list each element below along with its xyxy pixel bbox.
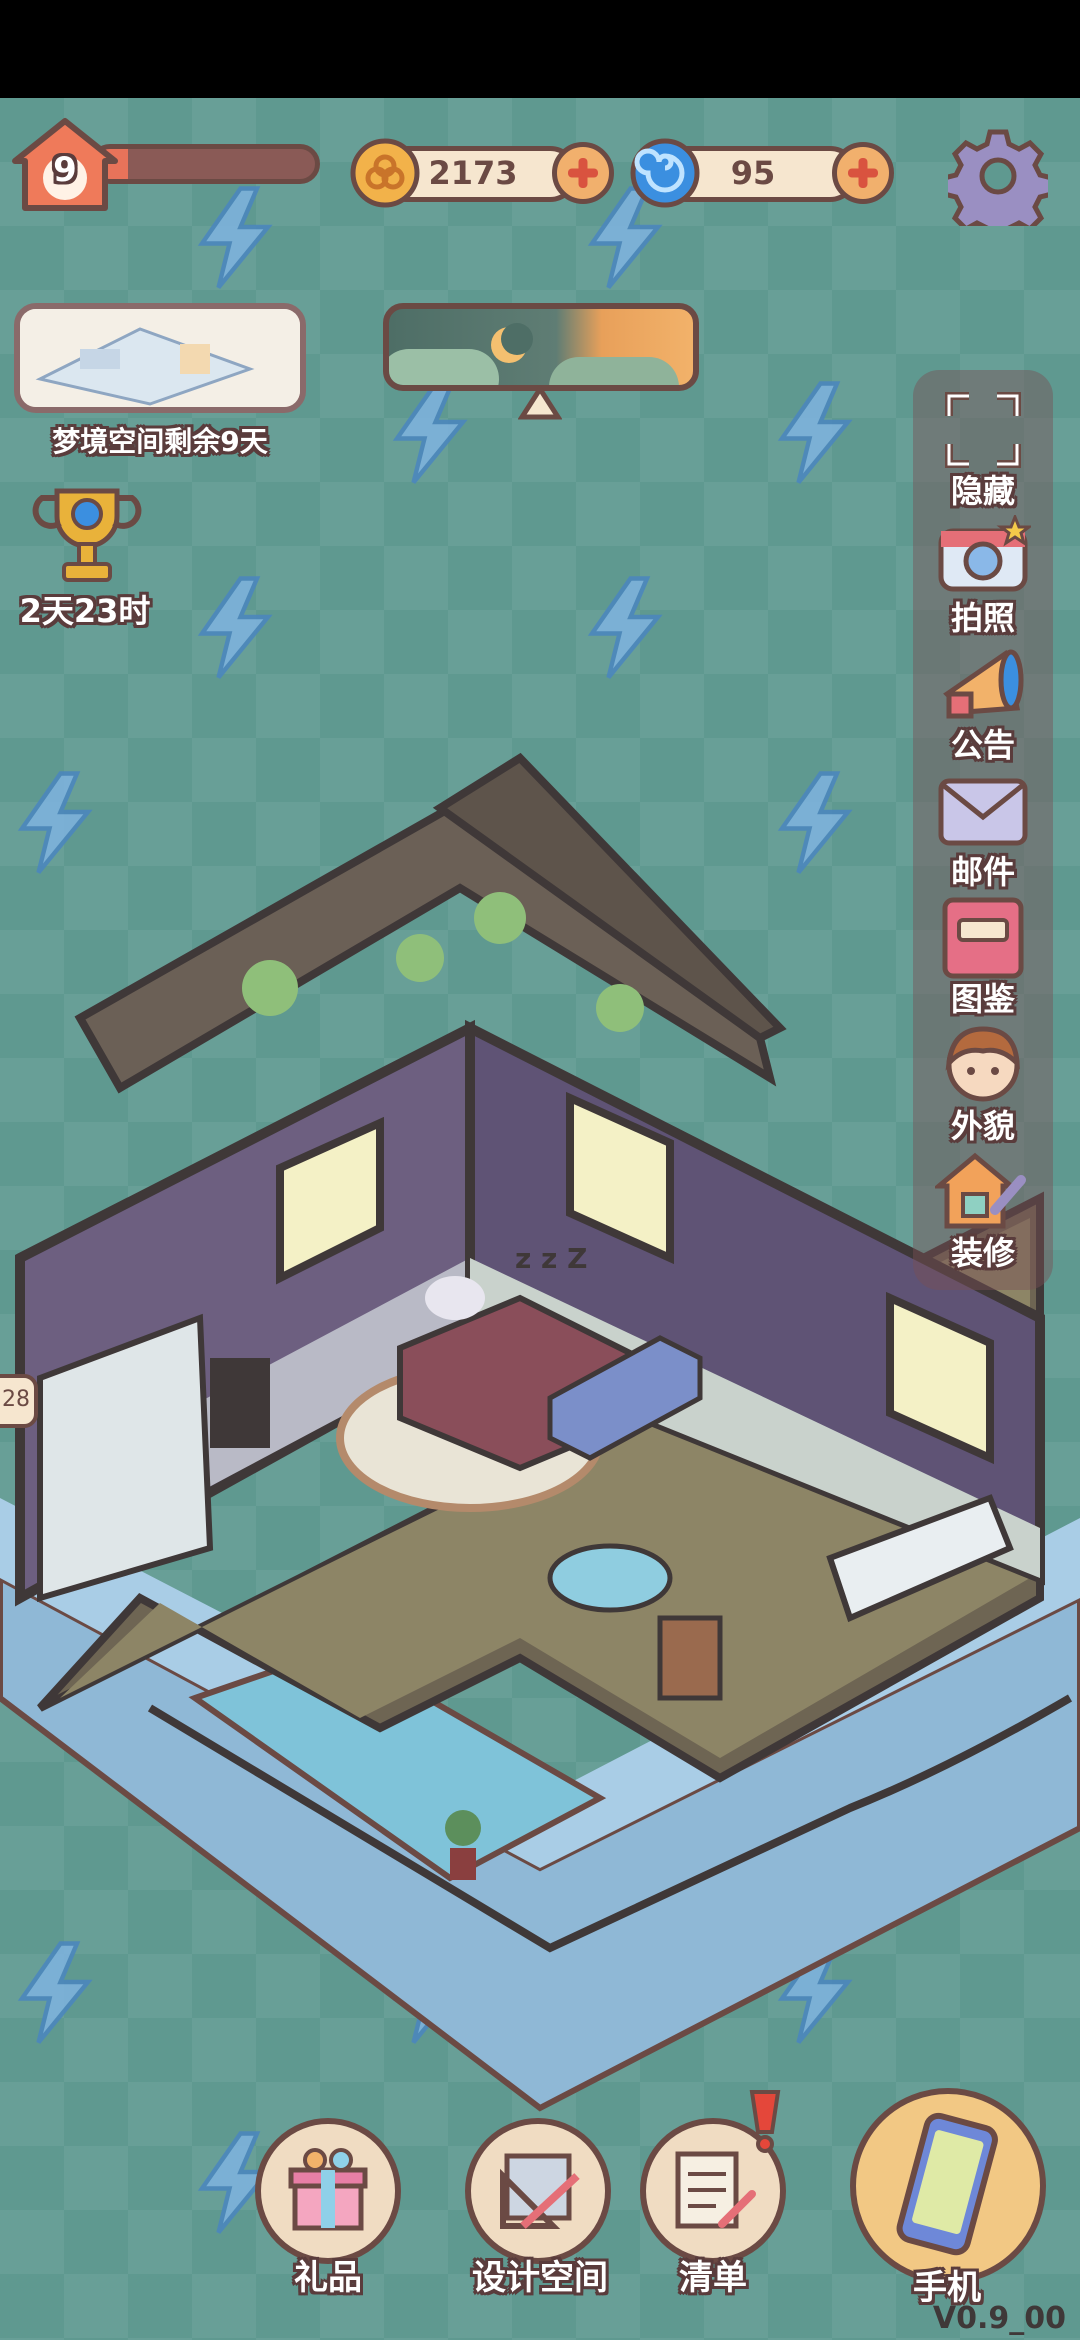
side-item-photo[interactable]: 拍照 (913, 515, 1053, 637)
ruler-triangle-icon (500, 2153, 580, 2229)
renovate-icon (935, 1152, 1026, 1229)
side-menu: 隐藏 拍照 公告 邮件 图鉴 外貌 装修 (913, 370, 1053, 1290)
level-progress-bar (90, 144, 320, 184)
left-edge-badge[interactable]: 28 (0, 1374, 38, 1428)
side-item-collection[interactable]: 图鉴 (913, 896, 1053, 1018)
version-text: V0.9_00 (932, 2301, 1066, 2336)
hide-frame-icon (945, 392, 1021, 468)
nightstand (210, 1358, 270, 1448)
trophy-timer: 2天23时 (19, 592, 151, 630)
gift-icon (288, 2148, 368, 2231)
plant-leaves (445, 1810, 481, 1846)
blue-swirl-icon (630, 138, 700, 208)
dream-space-card[interactable] (14, 303, 306, 413)
design-space-button[interactable]: 设计空间 (445, 2118, 635, 2298)
sleeping-character (425, 1276, 485, 1320)
camera-icon (938, 515, 1031, 592)
vine-leaf (396, 934, 444, 982)
gift-button[interactable]: 礼品 (255, 2118, 405, 2298)
side-item-label: 外貌 (950, 1107, 1015, 1145)
sleep-zzz: z z Z (515, 1242, 587, 1275)
day-night-bar (383, 303, 699, 391)
side-item-appearance[interactable]: 外貌 (913, 1023, 1053, 1145)
gear-icon[interactable] (948, 126, 1048, 226)
trophy-icon[interactable] (32, 476, 142, 596)
bolt-icon (392, 381, 468, 484)
mail-icon (938, 778, 1028, 846)
dream-space-thumbnail (20, 309, 300, 407)
gift-label: 礼品 (294, 2258, 362, 2298)
game-canvas[interactable]: z z Z 9 2173 95 梦境空间剩余9天 2天23时 28 隐藏 拍照 … (0, 98, 1080, 2340)
gem-currency[interactable]: 95 (628, 136, 908, 216)
coffee-table (547, 1543, 673, 1613)
side-item-mail[interactable]: 邮件 (913, 769, 1053, 891)
time-marker-icon (518, 385, 562, 420)
phone-icon (896, 2112, 998, 2256)
side-item-label: 公告 (950, 726, 1015, 764)
level-indicator[interactable]: 9 (10, 116, 320, 211)
add-coins-button[interactable] (552, 142, 614, 204)
side-item-label: 装修 (950, 1234, 1015, 1272)
book-icon (942, 897, 1024, 979)
side-item-label: 图鉴 (950, 980, 1015, 1018)
side-item-label: 隐藏 (950, 472, 1015, 510)
cloud-decoration (549, 357, 679, 385)
alert-icon (749, 2090, 781, 2153)
bolt-icon (587, 576, 663, 679)
vine-leaf (474, 892, 526, 944)
checklist-icon (675, 2151, 756, 2229)
vine-leaf (596, 984, 644, 1032)
avatar-icon (945, 1026, 1020, 1102)
plant-pot (450, 1848, 476, 1880)
side-item-label: 拍照 (950, 599, 1015, 637)
vine-leaf (242, 960, 298, 1016)
dream-space-label: 梦境空间剩余9天 (52, 425, 268, 458)
side-item-renovate[interactable]: 装修 (913, 1150, 1053, 1272)
coin-flower-icon (350, 138, 420, 208)
design-space-label: 设计空间 (472, 2258, 608, 2298)
bolt-icon (197, 576, 273, 679)
side-item-label: 邮件 (950, 853, 1015, 891)
side-item-announcement[interactable]: 公告 (913, 642, 1053, 764)
add-gems-button[interactable] (832, 142, 894, 204)
cloud-decoration (389, 349, 499, 385)
status-bar (0, 0, 1080, 98)
level-number: 9 (53, 150, 77, 190)
megaphone-icon (943, 649, 1024, 719)
phone-button[interactable]: 手机 (850, 2088, 1050, 2308)
list-label: 清单 (679, 2258, 747, 2298)
chair (657, 1615, 723, 1701)
list-button[interactable]: 清单 (640, 2090, 810, 2298)
side-item-hide[interactable]: 隐藏 (913, 388, 1053, 510)
bolt-icon (777, 381, 853, 484)
left-edge-badge-text: 28 (2, 1387, 30, 1412)
